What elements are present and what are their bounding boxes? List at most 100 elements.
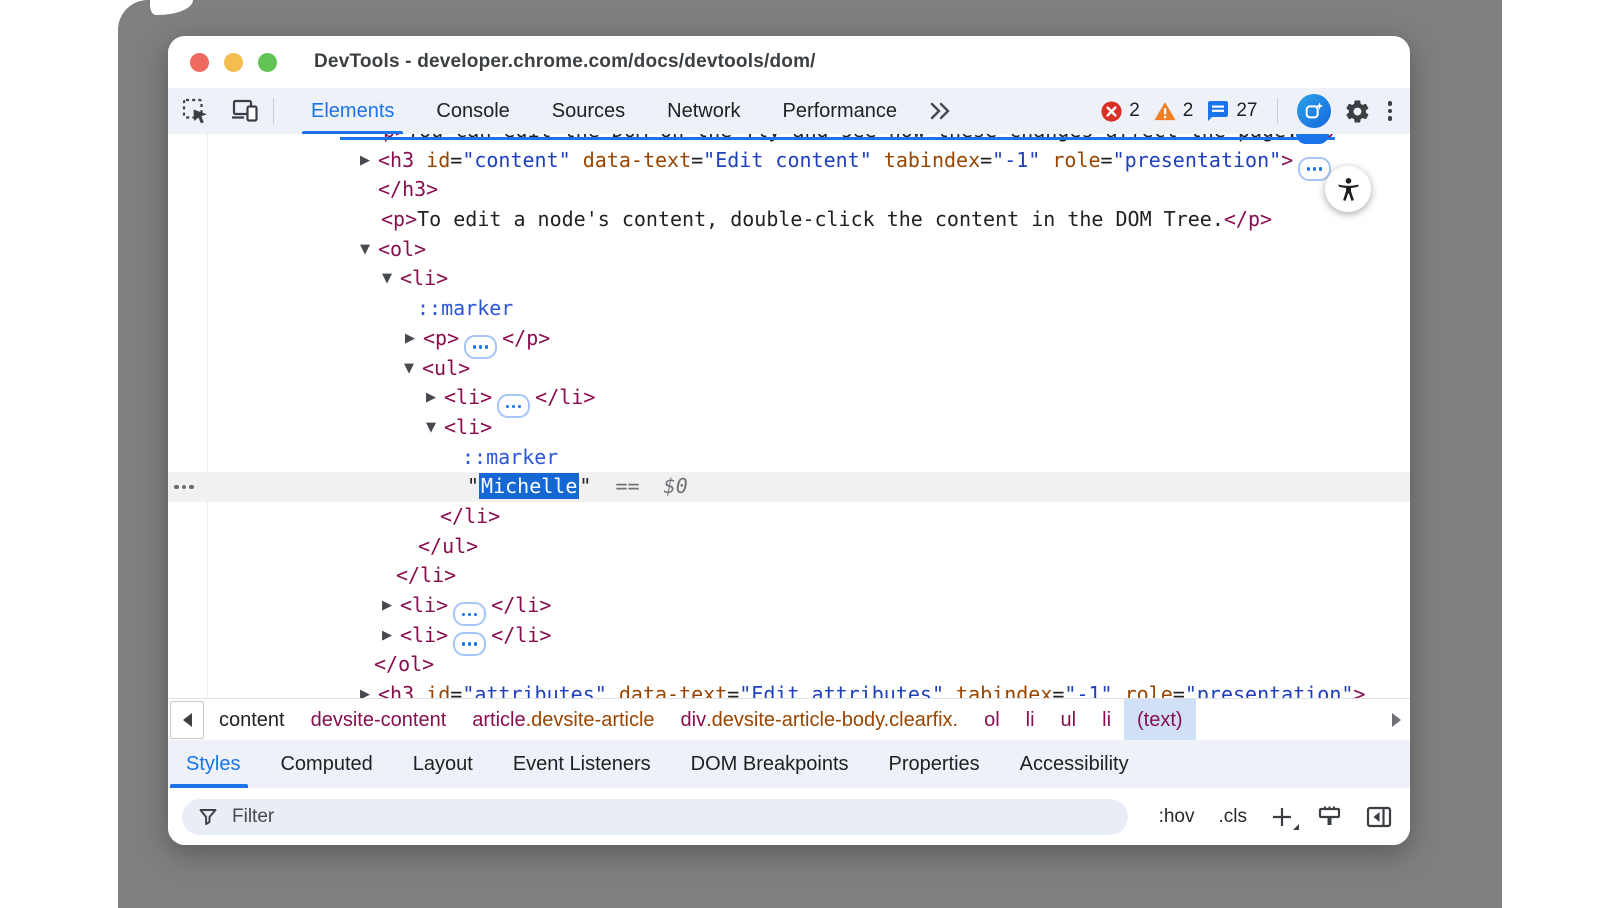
breadcrumb-item[interactable]: content [206, 699, 298, 741]
token-attr: data-text [619, 682, 727, 698]
token-pseudo: ::marker [462, 445, 558, 469]
dom-tree-row[interactable]: ▼<ol> [168, 235, 1410, 265]
settings-gear-icon[interactable] [1344, 98, 1371, 125]
token-tag: > [1281, 148, 1293, 172]
error-icon[interactable] [1100, 100, 1123, 123]
dom-tree-row[interactable]: ::marker [168, 294, 1410, 324]
expand-arrow-open-icon[interactable]: ▼ [426, 413, 436, 443]
dom-tree-row[interactable]: ▶<li></li> [168, 621, 1410, 651]
breadcrumb-part: ul [1061, 709, 1077, 732]
warning-icon[interactable] [1153, 100, 1177, 123]
token-val: "-1" [992, 148, 1040, 172]
expand-arrow-closed-icon[interactable]: ▶ [360, 146, 370, 176]
breadcrumb-part: (text) [1137, 709, 1183, 732]
style-filter-field[interactable] [182, 799, 1128, 835]
issues-icon[interactable] [1206, 99, 1230, 123]
breadcrumb-item[interactable]: ol [971, 699, 1013, 741]
toggle-pseudo-state-button[interactable]: :hov [1159, 806, 1195, 828]
breadcrumb-item[interactable]: li [1089, 699, 1124, 741]
toolbar-right-cluster: 2 2 27 [1100, 88, 1396, 134]
tab-network[interactable]: Network [646, 88, 761, 134]
dom-tree-row[interactable]: ▼<ul> [168, 354, 1410, 384]
dom-tree-row[interactable]: ▼<li> [168, 264, 1410, 294]
tab-console[interactable]: Console [415, 88, 530, 134]
token-tag: <h3 [378, 682, 414, 698]
breadcrumb-item[interactable]: li [1013, 699, 1048, 741]
token-tag: <li> [444, 385, 492, 409]
dom-tree-row[interactable]: ▼ <li> [168, 413, 1410, 443]
token-val: "Edit attributes" [739, 682, 944, 698]
new-style-rule-button[interactable] [1271, 806, 1293, 828]
styles-toolbar-buttons: :hov .cls [1159, 788, 1392, 845]
token-plain [414, 148, 426, 172]
more-options-kebab-icon[interactable] [1384, 101, 1397, 121]
dom-tree-row[interactable]: ▶<p></p> [168, 324, 1410, 354]
sidebar-tab-accessibility[interactable]: Accessibility [1000, 740, 1149, 788]
filter-input[interactable] [230, 805, 834, 829]
expand-arrow-closed-icon[interactable]: ▶ [382, 621, 392, 651]
sidebar-tab-event-listeners[interactable]: Event Listeners [493, 740, 671, 788]
accessibility-overlay-button[interactable] [1325, 166, 1371, 212]
dom-tree-row-selected[interactable]: "Michelle" == $0 [168, 472, 1410, 502]
sidebar-tab-styles[interactable]: Styles [168, 740, 260, 788]
token-attr: id [426, 682, 450, 698]
dom-tree-row[interactable]: </ul> [168, 532, 1410, 562]
sidebar-tab-computed[interactable]: Computed [260, 740, 392, 788]
breadcrumb-forward-button[interactable] [1392, 699, 1401, 741]
token-quote: " [467, 474, 479, 498]
token-text: To edit a node's content, double-click t… [417, 207, 1224, 231]
inspect-element-icon[interactable] [174, 88, 217, 134]
breadcrumb-item[interactable]: article.devsite-article [459, 699, 667, 741]
dom-tree-row[interactable]: ▶<h3 id="content" data-text="Edit conten… [168, 146, 1410, 176]
device-toolbar-icon[interactable] [223, 88, 267, 134]
tab-performance[interactable]: Performance [762, 88, 919, 134]
token-tag: <p> [381, 207, 417, 231]
dom-tree-row[interactable]: ▶<h3 id="attributes" data-text="Edit att… [168, 680, 1410, 698]
dock-sidebar-toggle-icon[interactable] [1366, 805, 1392, 829]
breadcrumb-part: li [1026, 709, 1035, 732]
breadcrumb-back-button[interactable] [170, 701, 204, 739]
breadcrumb-item[interactable]: div.devsite-article-body.clearfix. [668, 699, 972, 741]
token-tag: <li> [444, 415, 492, 439]
more-tabs-icon[interactable] [928, 100, 952, 122]
expand-arrow-closed-icon[interactable]: ▶ [382, 591, 392, 621]
dom-tree-panel[interactable]: p>You can edit the DOM on the fly and se… [168, 134, 1410, 698]
expand-arrow-closed-icon[interactable]: ▶ [360, 680, 370, 698]
dom-tree-row[interactable]: <p>To edit a node's content, double-clic… [168, 205, 1410, 235]
token-plain [414, 682, 426, 698]
dom-tree-row[interactable]: </li> [168, 502, 1410, 532]
tab-elements[interactable]: Elements [290, 88, 415, 134]
warning-count: 2 [1183, 100, 1194, 122]
dom-tree-row[interactable]: ▶<li></li> [168, 383, 1410, 413]
dom-tree-row[interactable]: ::marker [168, 443, 1410, 473]
dom-tree-row[interactable]: p>You can edit the DOM on the fly and se… [168, 134, 1410, 146]
expand-arrow-open-icon[interactable]: ▼ [360, 235, 370, 265]
expand-arrow-open-icon[interactable]: ▼ [404, 354, 414, 384]
token-val: "content" [462, 148, 570, 172]
sidebar-tab-layout[interactable]: Layout [393, 740, 493, 788]
dom-tree-row[interactable]: </ol> [168, 650, 1410, 680]
dom-tree-row[interactable]: </h3> [168, 175, 1410, 205]
toggle-class-button[interactable]: .cls [1219, 806, 1248, 828]
ai-assistance-icon[interactable] [1297, 94, 1331, 128]
token-tag: </li> [440, 504, 500, 528]
minimize-button[interactable] [224, 53, 243, 72]
tab-sources[interactable]: Sources [531, 88, 646, 134]
expand-arrow-closed-icon[interactable]: ▶ [426, 383, 436, 413]
expand-arrow-open-icon[interactable]: ▼ [382, 264, 392, 294]
token-val: "attributes" [462, 682, 607, 698]
maximize-button[interactable] [258, 53, 277, 72]
breadcrumb-item[interactable]: ul [1048, 699, 1090, 741]
sidebar-tab-properties[interactable]: Properties [869, 740, 1000, 788]
breadcrumb-item[interactable]: devsite-content [298, 699, 460, 741]
dom-tree-row[interactable]: </li> [168, 561, 1410, 591]
token-tag: </h3> [378, 177, 438, 201]
rendering-brush-icon[interactable] [1317, 804, 1342, 829]
token-val: "-1" [1064, 682, 1112, 698]
sidebar-tab-dom-breakpoints[interactable]: DOM Breakpoints [671, 740, 869, 788]
close-button[interactable] [190, 53, 209, 72]
expand-arrow-closed-icon[interactable]: ▶ [405, 324, 415, 354]
token-tag: <li> [400, 623, 448, 647]
breadcrumb-item[interactable]: (text) [1124, 699, 1196, 741]
dom-tree-row[interactable]: ▶<li></li> [168, 591, 1410, 621]
